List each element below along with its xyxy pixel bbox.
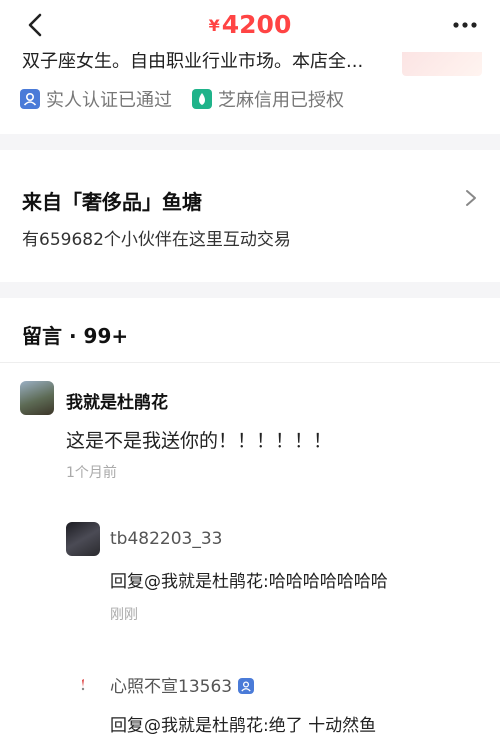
pond-title: 来自「奢侈品」鱼塘 (22, 190, 202, 214)
seller-bio: 双子座女生。自由职业行业市场。本店全... (22, 51, 364, 72)
person-verified-icon (238, 678, 255, 694)
comment-username[interactable]: 我就是杜鹃花 (66, 388, 168, 413)
comments-header: 留言 · 99+ (22, 324, 129, 348)
reply-time: 刚刚 (110, 607, 138, 623)
seller-badges: 实人认证已通过 芝麻信用已授权 (20, 86, 364, 112)
section-separator (0, 134, 500, 150)
reply-username[interactable]: 心照不宣13563 (110, 672, 255, 697)
badge-sesame-credit[interactable]: 芝麻信用已授权 (192, 86, 344, 112)
avatar[interactable] (20, 381, 54, 415)
replies-container: tb482203_33 回复@我就是杜鹃花:哈哈哈哈哈哈哈 刚刚 心照不宣135… (60, 505, 500, 734)
person-verified-icon (20, 89, 40, 109)
comment-time: 1个月前 (66, 465, 117, 481)
fish-pond-section[interactable]: 来自「奢侈品」鱼塘 有659682个小伙伴在这里互动交易 (0, 150, 500, 282)
pond-subtitle: 有659682个小伙伴在这里互动交易 (22, 230, 291, 250)
badge-label: 实人认证已通过 (46, 90, 172, 111)
sesame-credit-icon (192, 89, 212, 109)
more-dots-icon[interactable] (452, 17, 478, 33)
section-separator (0, 282, 500, 298)
price-value: 4200 (221, 10, 292, 39)
avatar[interactable] (66, 667, 100, 701)
reply-username-text: 心照不宣13563 (110, 677, 233, 697)
reply-text: 回复@我就是杜鹃花:哈哈哈哈哈哈哈 (110, 572, 388, 592)
badge-label: 芝麻信用已授权 (218, 90, 344, 111)
price-label: ¥4200 (0, 10, 500, 39)
top-bar: ¥4200 (0, 0, 500, 52)
divider (0, 362, 500, 363)
badge-identity-verified[interactable]: 实人认证已通过 (20, 86, 172, 112)
reply-username[interactable]: tb482203_33 (110, 529, 222, 549)
currency-symbol: ¥ (208, 16, 220, 35)
reply-text: 回复@我就是杜鹃花:绝了 十动然鱼 (110, 716, 377, 734)
chevron-right-icon (466, 190, 476, 206)
avatar[interactable] (66, 522, 100, 556)
comment-text: 这是不是我送你的！！！！！！ (66, 430, 333, 452)
